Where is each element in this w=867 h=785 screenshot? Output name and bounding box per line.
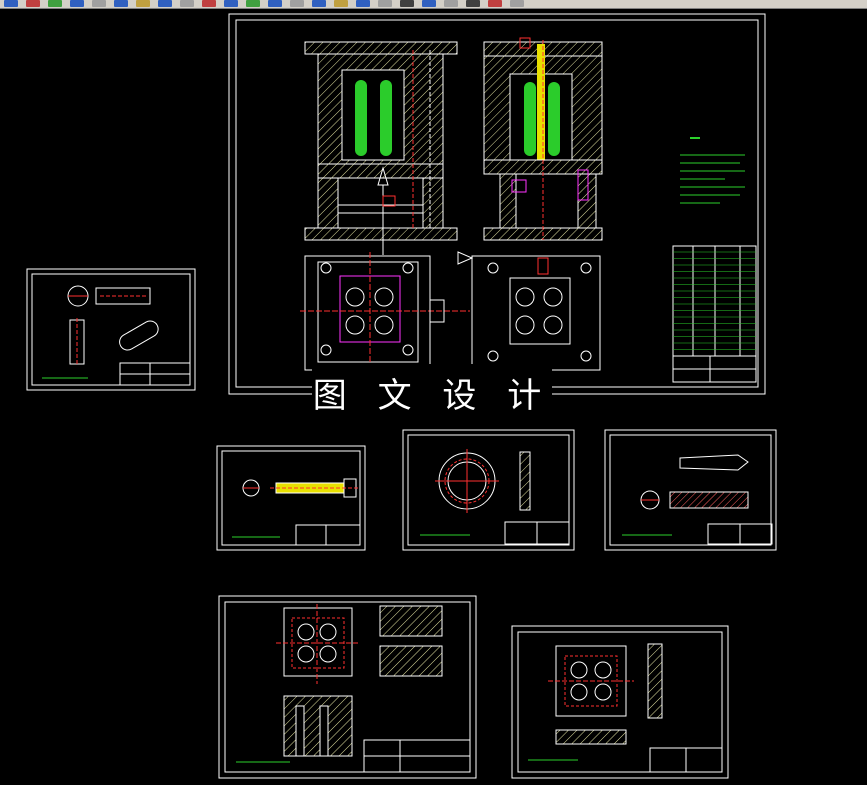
watermark-label: 图 文 设 计 <box>312 364 552 420</box>
plan-view-left <box>300 252 470 372</box>
part-cavity-plate-sheet <box>218 595 477 779</box>
plan-view-right <box>457 251 601 371</box>
part-rod-sheet <box>216 445 366 551</box>
part-ring-sheet <box>402 429 575 551</box>
part-core-plate-sheet <box>511 625 729 779</box>
part-cylinder-sheet <box>26 268 196 391</box>
part-core-pin-sheet <box>604 429 777 551</box>
section-view-right <box>483 37 603 241</box>
main-assembly-sheet <box>228 13 766 395</box>
technical-notes <box>680 137 745 204</box>
section-view-left <box>304 41 458 255</box>
title-block <box>672 245 757 383</box>
